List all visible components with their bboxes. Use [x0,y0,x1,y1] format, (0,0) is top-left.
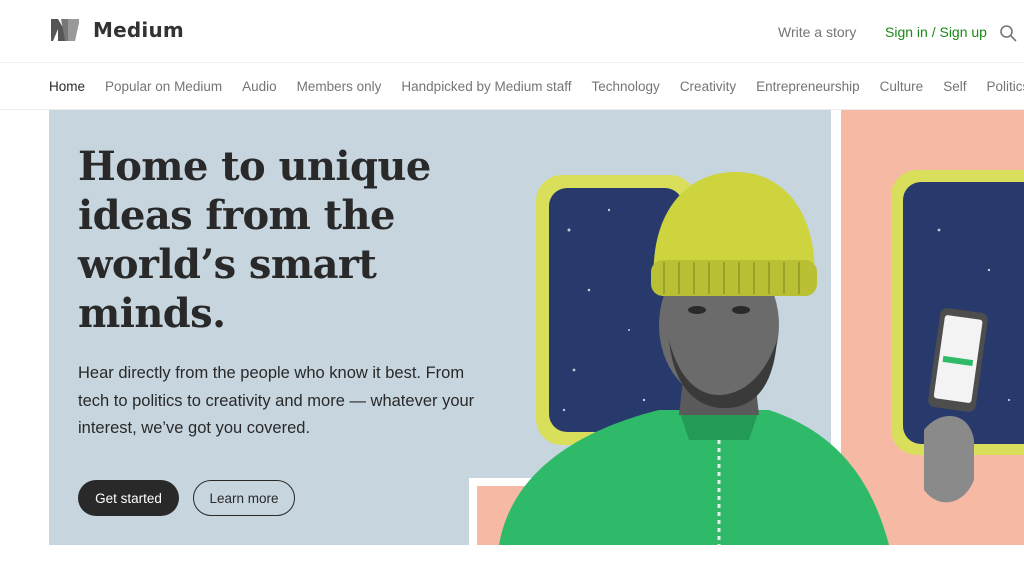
learn-more-button[interactable]: Learn more [193,480,295,516]
hero-illustration [469,170,1024,545]
brand-name: Medium [93,18,184,42]
hand [924,416,974,503]
search-icon[interactable] [999,24,1017,42]
hero-subtitle: Hear directly from the people who know i… [78,364,475,437]
topic-audio[interactable]: Audio [242,79,277,94]
topic-self[interactable]: Self [943,79,966,94]
get-started-button[interactable]: Get started [78,480,179,516]
write-story-link[interactable]: Write a story [778,24,856,40]
topic-popular[interactable]: Popular on Medium [105,79,222,94]
sign-in-link[interactable]: Sign in / Sign up [885,24,987,40]
topic-politics[interactable]: Politics [986,79,1024,94]
topics-nav: Home Popular on Medium Audio Members onl… [0,62,1024,110]
hero-title: Home to unique ideas from the world’s sm… [78,143,431,337]
topic-culture[interactable]: Culture [880,79,924,94]
site-header: Medium Write a story Sign in / Sign up [0,0,1024,62]
medium-logo-icon [51,19,79,41]
page-below-hero [0,545,1024,575]
topic-technology[interactable]: Technology [592,79,660,94]
topic-entrepreneurship[interactable]: Entrepreneurship [756,79,860,94]
topic-home[interactable]: Home [49,79,85,94]
hero-banner: Home to unique ideas from the world’s sm… [49,110,1024,545]
topic-creativity[interactable]: Creativity [680,79,736,94]
topic-members-only[interactable]: Members only [297,79,382,94]
medium-logo[interactable]: Medium [49,17,184,43]
topic-handpicked[interactable]: Handpicked by Medium staff [401,79,571,94]
